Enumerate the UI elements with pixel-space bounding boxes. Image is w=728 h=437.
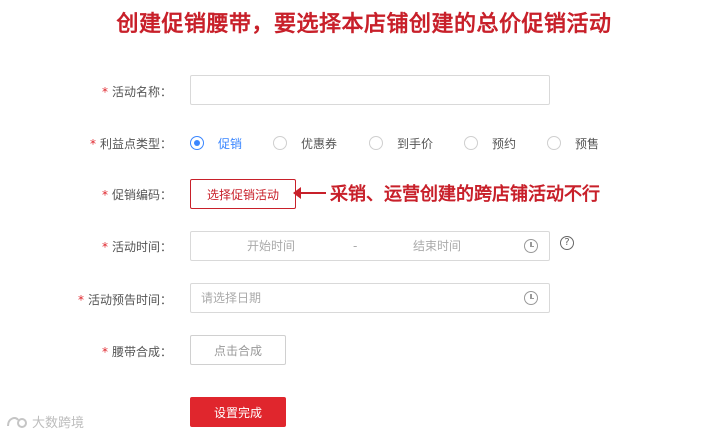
activity-name-label: * 活动名称： (102, 83, 172, 100)
clock-icon (524, 291, 538, 305)
preview-time-label: * 活动预告时间： (78, 291, 172, 308)
annotation-text: 采销、运营创建的跨店铺活动不行 (330, 184, 600, 205)
activity-time-label-text: 活动时间： (111, 240, 172, 254)
required-mark: * (89, 137, 96, 151)
radio-circle (369, 136, 383, 150)
radio-circle (190, 136, 204, 150)
clock-icon (524, 239, 538, 253)
preview-time-label-text: 活动预告时间： (87, 293, 172, 307)
required-mark: * (101, 85, 108, 99)
radio-promotion[interactable]: 促销 (190, 134, 242, 152)
benefit-type-label: * 利益点类型： (90, 135, 172, 152)
radio-reservation[interactable]: 预约 (464, 134, 516, 152)
required-mark: * (101, 345, 108, 359)
synthesize-banner-button[interactable]: 点击合成 (190, 335, 286, 365)
banner-label: * 腰带合成： (102, 343, 172, 360)
radio-final-price[interactable]: 到手价 (369, 134, 433, 152)
start-time-placeholder[interactable]: 开始时间 (247, 232, 295, 260)
cross-store-annotation: 采销、运营创建的跨店铺活动不行 (293, 180, 600, 206)
required-mark: * (101, 188, 108, 202)
radio-presale[interactable]: 预售 (547, 134, 599, 152)
radio-circle (547, 136, 561, 150)
watermark: 大数跨境 (6, 412, 84, 431)
promo-code-label-text: 促销编码： (111, 188, 172, 202)
activity-name-input[interactable] (190, 75, 550, 105)
arrow-left-icon (293, 187, 326, 199)
preview-date-picker[interactable]: 请选择日期 (190, 283, 550, 313)
activity-name-label-text: 活动名称： (111, 85, 172, 99)
promo-code-label: * 促销编码： (102, 186, 172, 203)
help-icon[interactable]: ? (560, 236, 574, 250)
watermark-logo-icon (7, 416, 27, 428)
radio-circle (273, 136, 287, 150)
radio-coupon[interactable]: 优惠券 (273, 134, 337, 152)
radio-label: 促销 (218, 136, 243, 151)
radio-label: 优惠券 (301, 136, 338, 151)
radio-circle (464, 136, 478, 150)
range-separator: - (353, 239, 358, 253)
activity-time-label: * 活动时间： (102, 238, 172, 255)
radio-label: 到手价 (397, 136, 434, 151)
benefit-type-label-text: 利益点类型： (99, 137, 172, 151)
select-promotion-button[interactable]: 选择促销活动 (190, 179, 296, 209)
finish-setup-button[interactable]: 设置完成 (190, 397, 286, 427)
radio-label: 预约 (492, 136, 517, 151)
watermark-text: 大数跨境 (32, 416, 85, 431)
preview-date-placeholder: 请选择日期 (201, 291, 262, 305)
end-time-placeholder[interactable]: 结束时间 (413, 232, 461, 260)
headline-annotation: 创建促销腰带，要选择本店铺创建的总价促销活动 (116, 12, 612, 37)
required-mark: * (101, 240, 108, 254)
required-mark: * (77, 293, 84, 307)
banner-label-text: 腰带合成： (111, 345, 172, 359)
activity-time-range-picker[interactable]: 开始时间 - 结束时间 (190, 231, 550, 261)
radio-label: 预售 (575, 136, 600, 151)
